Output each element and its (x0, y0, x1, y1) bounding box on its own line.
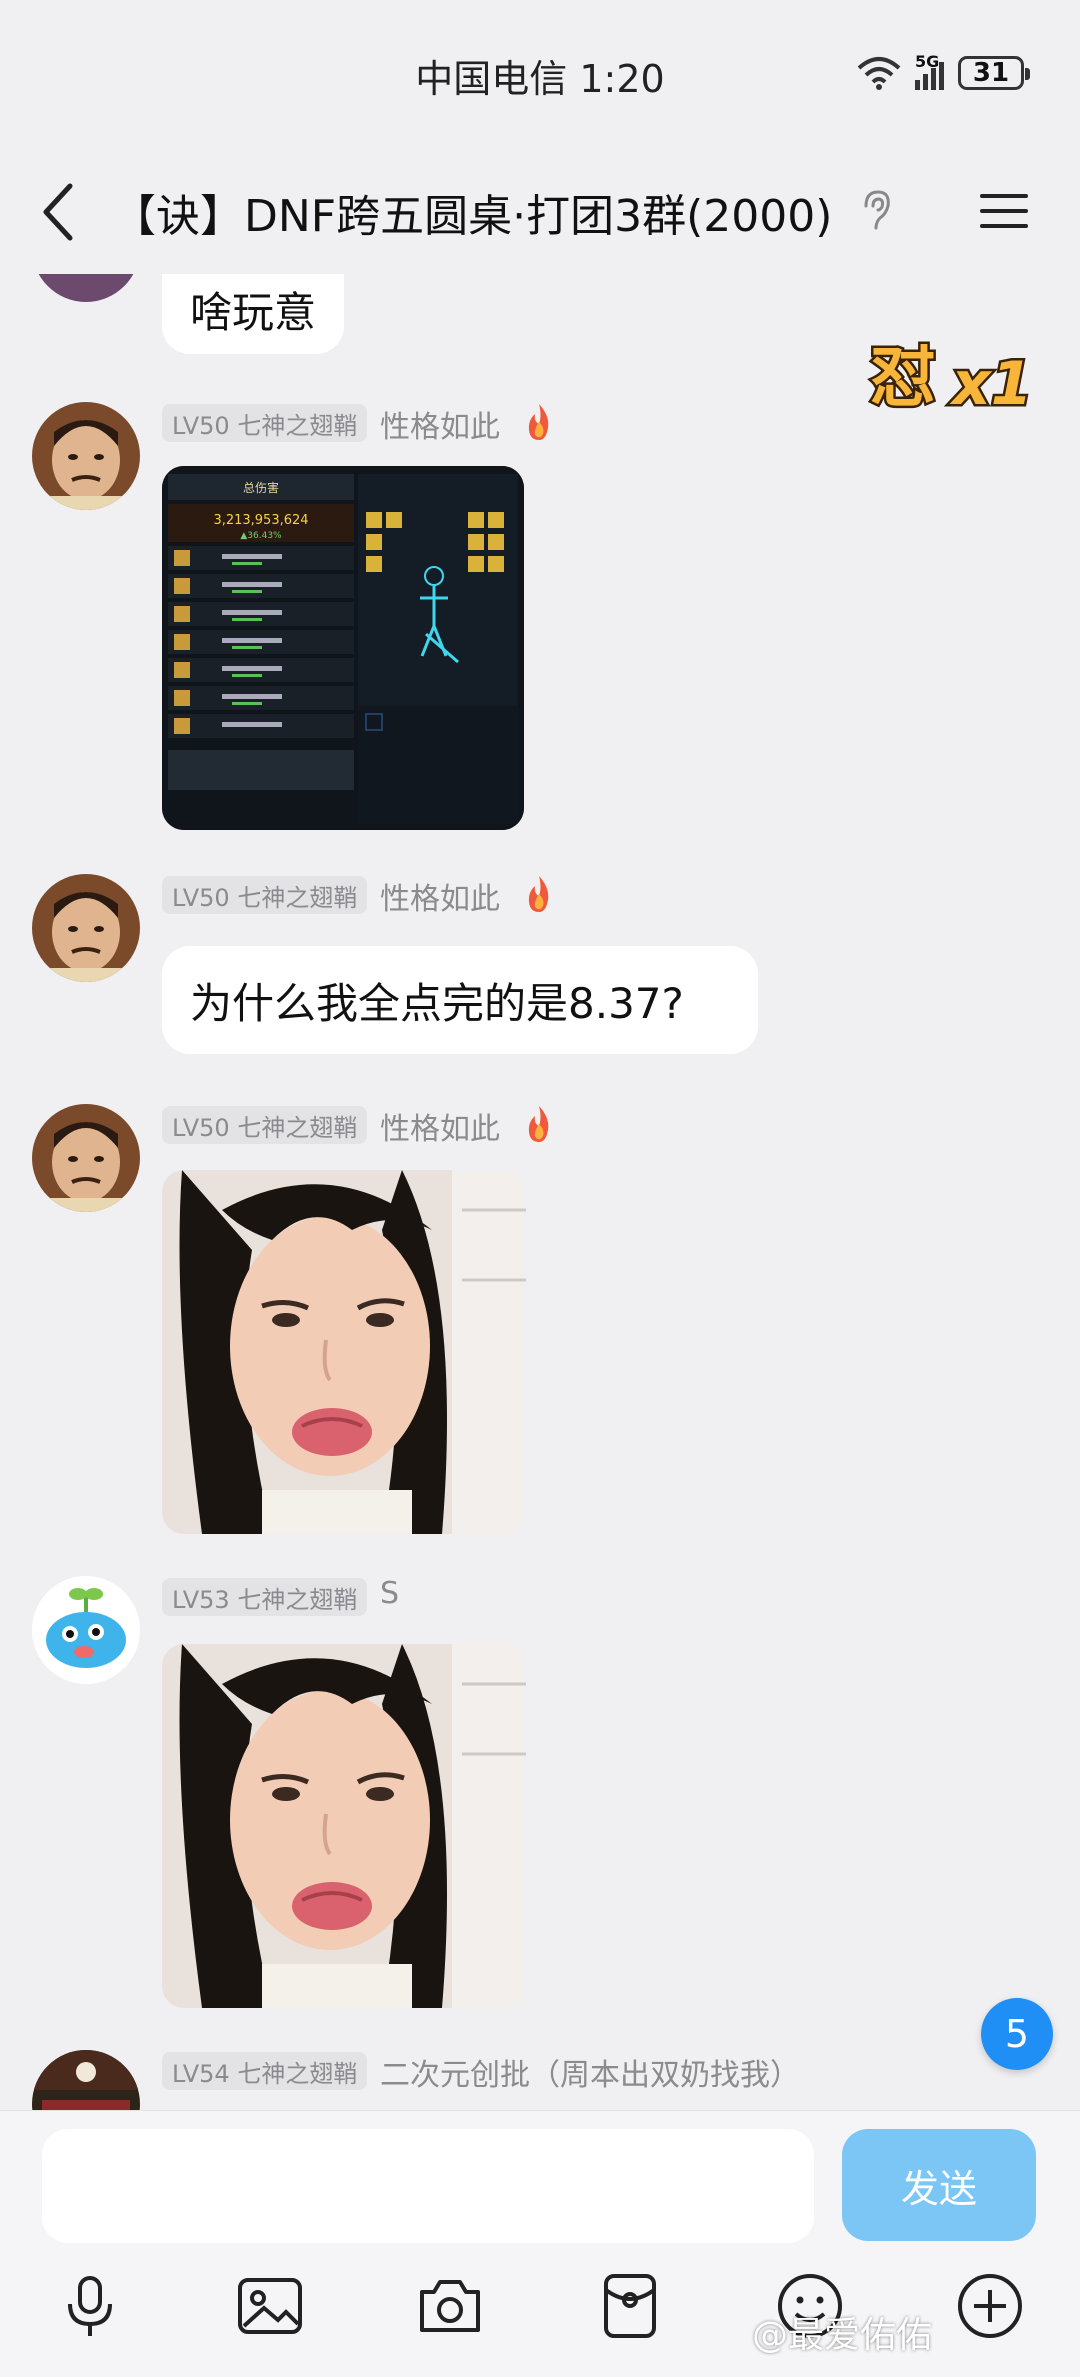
message-list[interactable]: 啥玩意 怼 x1 LV50 七神之翅鞘 性格如此 总伤害 3,213,953,6… (0, 274, 1080, 2110)
watermark: @最爱佑佑 (752, 2315, 933, 2356)
battery-icon: 31 (958, 56, 1030, 90)
send-button-label: 发送 (900, 2166, 977, 2211)
sender-nickname[interactable]: 性格如此 (380, 874, 500, 918)
sender-nickname[interactable]: S (380, 1576, 399, 1611)
status-icons: 5G 31 (857, 52, 1030, 90)
combo-sticker-count: x1 (949, 349, 1032, 419)
message-text: 啥玩意 (190, 287, 317, 337)
ear-icon[interactable] (858, 188, 894, 232)
wifi-icon (857, 57, 901, 90)
group-title: 【诀】DNF跨五圆桌·打团3群(2000) (112, 191, 833, 242)
level-badge: LV50 七神之翅鞘 (162, 1106, 368, 1144)
crying-girl-sticker (162, 1170, 526, 1534)
level-badge: LV50 七神之翅鞘 (162, 876, 368, 914)
chat-header: 【诀】DNF跨五圆桌·打团3群(2000) (0, 150, 1080, 274)
pirate-avatar (32, 2050, 140, 2110)
man-avatar-image (32, 402, 140, 510)
image-message[interactable]: 总伤害 3,213,953,624 ▲36.43% (162, 466, 524, 830)
combo-sticker: 怼 x1 (868, 337, 1035, 421)
sender-nickname[interactable]: 性格如此 (380, 402, 500, 446)
image-icon[interactable] (234, 2270, 306, 2342)
game-tab-title: 总伤害 (243, 480, 279, 495)
status-bar: 中国电信 1:20 5G 31 (0, 0, 1080, 150)
plus-icon[interactable] (954, 2270, 1026, 2342)
camera-icon[interactable] (414, 2270, 486, 2342)
avatar[interactable] (32, 1104, 140, 1212)
red-packet-icon[interactable] (594, 2270, 666, 2342)
level-badge: LV53 七神之翅鞘 (162, 1578, 368, 1616)
man-avatar-image (32, 1104, 140, 1212)
level-badge: LV54 七神之翅鞘 (162, 2052, 368, 2090)
mic-icon[interactable] (54, 2270, 126, 2342)
message-input[interactable] (42, 2129, 814, 2243)
send-button[interactable]: 发送 (842, 2129, 1036, 2241)
blue-creature-avatar (32, 1576, 140, 1684)
avatar[interactable] (32, 1576, 140, 1684)
game-total-pct: ▲36.43% (240, 531, 282, 541)
network-label: 5G (915, 52, 940, 71)
image-message[interactable] (162, 1644, 526, 2008)
avatar[interactable] (32, 402, 140, 510)
battery-level: 31 (972, 58, 1010, 88)
fire-icon (528, 1106, 549, 1142)
signal-icon: 5G (915, 52, 944, 90)
combo-sticker-char: 怼 (870, 339, 936, 416)
unread-count-badge[interactable]: 5 (981, 1998, 1053, 2070)
menu-button[interactable] (978, 186, 1030, 236)
man-avatar-image (32, 874, 140, 982)
avatar[interactable] (32, 274, 140, 302)
avatar[interactable] (32, 2050, 140, 2110)
text-message[interactable]: 啥玩意 (162, 274, 345, 354)
crying-girl-sticker (162, 1644, 526, 2008)
sender-nickname[interactable]: 性格如此 (380, 1104, 500, 1148)
sender-nickname[interactable]: 二次元创批（周本出双奶找我） (380, 2050, 800, 2094)
avatar[interactable] (32, 874, 140, 982)
message-text: 为什么我全点完的是8.37? (190, 978, 684, 1028)
fire-icon (528, 876, 549, 912)
back-button[interactable] (32, 176, 96, 248)
level-badge: LV50 七神之翅鞘 (162, 404, 368, 442)
game-total-damage: 3,213,953,624 (213, 513, 308, 528)
fire-icon (528, 404, 549, 440)
game-screenshot-image: 总伤害 3,213,953,624 ▲36.43% (162, 466, 524, 830)
image-message[interactable] (162, 1170, 526, 1534)
text-message[interactable]: 为什么我全点完的是8.37? (162, 946, 758, 1054)
unread-count: 5 (1004, 2012, 1030, 2056)
